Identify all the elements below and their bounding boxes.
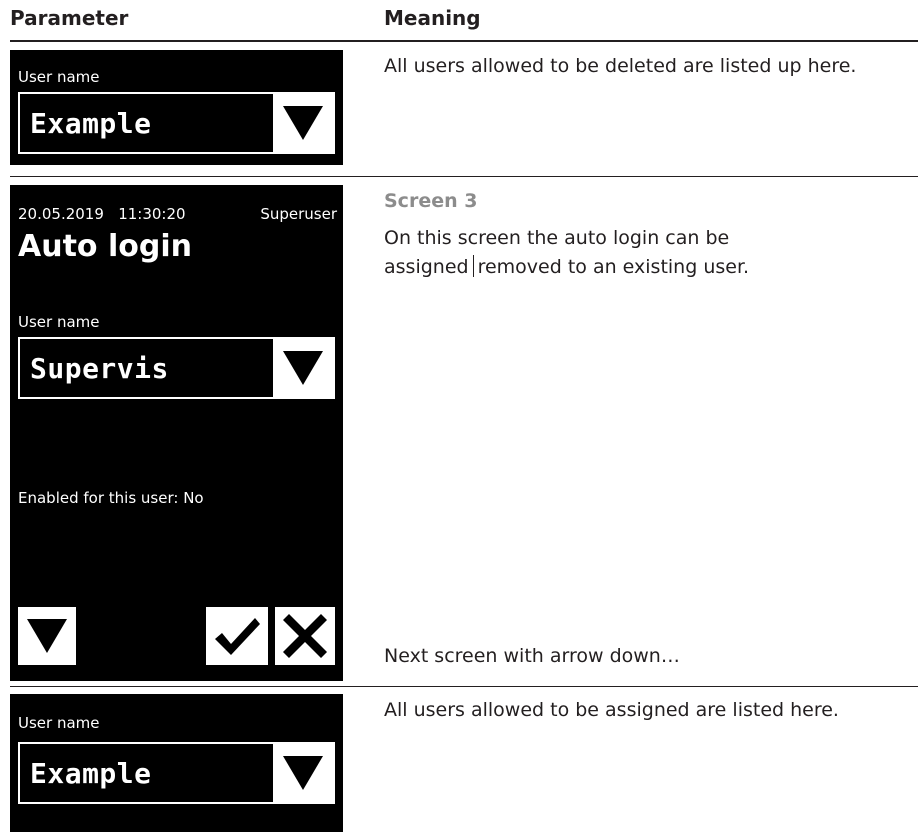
header-rule: [10, 40, 918, 42]
arrow-down-icon: [283, 351, 323, 385]
check-icon: [215, 618, 260, 655]
user-name-label: User name: [18, 714, 100, 732]
user-name-screen-1: User name Example: [10, 50, 343, 165]
row3-meaning: All users allowed to be assigned are lis…: [384, 699, 839, 721]
user-role-label: Superuser: [260, 205, 337, 223]
desc-removed: removed to an existing user.: [477, 256, 750, 278]
datetime-label: 20.05.2019 11:30:20: [18, 205, 186, 223]
cancel-button[interactable]: [275, 607, 335, 665]
close-icon: [283, 614, 327, 658]
row2-rule: [10, 686, 918, 687]
next-screen-note: Next screen with arrow down…: [384, 645, 680, 667]
next-screen-button[interactable]: [18, 607, 76, 665]
row1-rule: [10, 176, 918, 177]
row2-description-line1: On this screen the auto login can be: [384, 227, 730, 249]
user-name-screen-2: User name Example: [10, 694, 343, 832]
dropdown-arrow-button[interactable]: [273, 94, 333, 152]
separator-bar: [472, 255, 474, 277]
dropdown-arrow-button[interactable]: [273, 339, 333, 397]
desc-assigned: assigned: [384, 256, 469, 278]
row2-description-line2: assigned removed to an existing user.: [384, 253, 749, 282]
user-name-label: User name: [18, 68, 100, 86]
user-name-value: Example: [30, 757, 152, 790]
parameter-header: Parameter: [10, 6, 129, 30]
arrow-down-icon: [283, 106, 323, 140]
user-name-dropdown[interactable]: Supervis: [18, 337, 335, 399]
user-name-value: Example: [30, 107, 152, 140]
meaning-header: Meaning: [384, 6, 481, 30]
arrow-down-icon: [283, 756, 323, 790]
user-name-dropdown[interactable]: Example: [18, 742, 335, 804]
row1-meaning: All users allowed to be deleted are list…: [384, 55, 857, 77]
user-name-label: User name: [18, 313, 100, 331]
dropdown-arrow-button[interactable]: [273, 744, 333, 802]
section-title: Screen 3: [384, 190, 478, 212]
user-name-dropdown[interactable]: Example: [18, 92, 335, 154]
enabled-status: Enabled for this user: No: [18, 489, 204, 507]
auto-login-screen: 20.05.2019 11:30:20 Superuser Auto login…: [10, 185, 343, 681]
arrow-down-icon: [27, 619, 67, 653]
confirm-button[interactable]: [206, 607, 268, 665]
user-name-value: Supervis: [30, 352, 169, 385]
screen-title: Auto login: [18, 229, 192, 264]
